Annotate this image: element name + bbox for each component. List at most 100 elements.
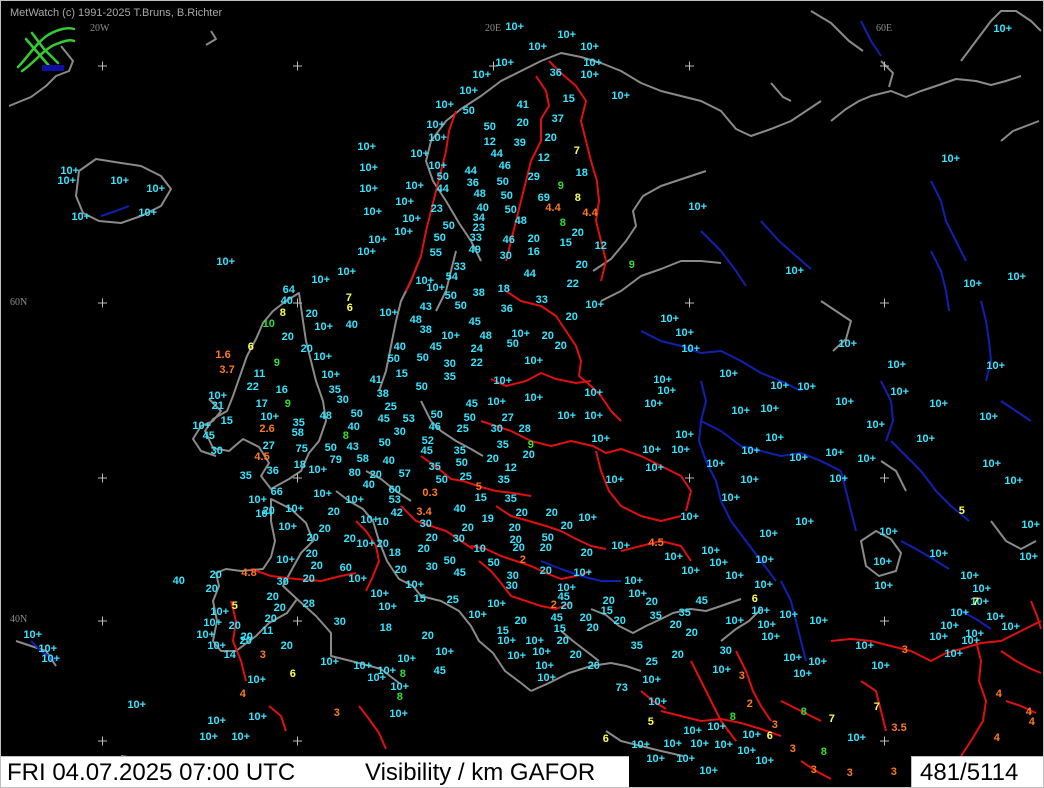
station-observation: 30 (425, 561, 438, 573)
station-observation: 48 (514, 215, 527, 227)
station-observation: 25 (459, 471, 472, 483)
station-observation: 10+ (367, 672, 387, 684)
station-observation: 10+ (405, 180, 425, 192)
station-observation: 21 (211, 400, 224, 412)
station-observation: 20 (669, 619, 682, 631)
station-observation: 50 (483, 121, 496, 133)
station-observation: 10+ (737, 745, 757, 757)
station-observation: 20 (539, 565, 552, 577)
station-observation: 53 (402, 413, 415, 425)
station-observation: 10+ (1021, 519, 1041, 531)
station-observation: 10+ (765, 432, 785, 444)
station-observation: 10+ (535, 660, 555, 672)
station-observation: 20 (302, 573, 315, 585)
station-observation: 4 (239, 688, 246, 700)
station-observation: 10+ (879, 526, 899, 538)
station-observation: 23 (430, 203, 443, 215)
station-observation: 10+ (23, 629, 43, 641)
station-observation: 10+ (611, 540, 631, 552)
station-observation: 35 (497, 474, 510, 486)
metwatch-logo-icon (16, 27, 76, 73)
station-observation: 10+ (378, 601, 398, 613)
station-observation: 50 (487, 557, 500, 569)
station-observation: 3 (333, 707, 340, 719)
station-observation: 10+ (719, 368, 739, 380)
station-observation: 10+ (709, 557, 729, 569)
station-observation: 10+ (789, 452, 809, 464)
station-observation: 54 (445, 271, 458, 283)
station-observation: 10+ (929, 631, 949, 643)
station-observation: 8 (574, 192, 581, 204)
station-observation: 57 (398, 468, 411, 480)
station-observation: 10+ (389, 708, 409, 720)
station-observation: 18 (388, 547, 401, 559)
station-observation: 10+ (993, 23, 1013, 35)
station-observation: 20 (544, 132, 557, 144)
station-observation: 75 (295, 443, 308, 455)
station-observation: 14 (223, 649, 236, 661)
footer-count: 481/5114 (920, 759, 1019, 786)
station-observation: 7 (828, 713, 835, 725)
station-observation: 10+ (524, 392, 544, 404)
station-observation: 10+ (890, 386, 910, 398)
station-observation: 10+ (110, 175, 130, 187)
station-observation: 10+ (356, 538, 376, 550)
station-observation: 40 (172, 575, 185, 587)
station-observation: 8 (396, 691, 403, 703)
station-observation: 15 (562, 93, 575, 105)
map-window[interactable]: MetWatch (c) 1991-2025 T.Bruns, B.Richte… (0, 0, 1044, 788)
station-observation: 10+ (368, 234, 388, 246)
station-observation: 10+ (495, 57, 515, 69)
station-observation: 10+ (231, 731, 251, 743)
station-observation: 20 (539, 542, 552, 554)
footer-product: Visibility / km GAFOR (365, 759, 596, 786)
station-observation: 35 (239, 470, 252, 482)
station-observation: 20 (264, 613, 277, 625)
station-observation: 35 (453, 445, 466, 457)
station-observation: 10+ (701, 545, 721, 557)
station-observation: 20 (554, 340, 567, 352)
grid-label-60e: 60E (876, 23, 893, 34)
station-observation: 10+ (871, 660, 891, 672)
station-observation: 10+ (986, 360, 1006, 372)
station-observation: 35 (504, 493, 517, 505)
station-observation: 6 (766, 730, 773, 742)
station-observation: 3.7 (219, 364, 235, 376)
station-observation: 46 (498, 160, 511, 172)
station-observation: 12 (483, 136, 496, 148)
station-observation: 10+ (1004, 475, 1024, 487)
station-observation: 35 (649, 610, 662, 622)
station-observation: 38 (376, 388, 389, 400)
station-observation: 10+ (741, 445, 761, 457)
station-observation: 20 (645, 596, 658, 608)
station-observation: 10+ (248, 711, 268, 723)
station-observation: 10+ (699, 765, 719, 777)
station-observation: 6 (751, 593, 758, 605)
station-observation: 20 (565, 311, 578, 323)
station-observation: 3 (738, 670, 745, 682)
station-observation: 20 (560, 600, 573, 612)
station-observation: 10+ (929, 548, 949, 560)
station-observation: 35 (496, 439, 509, 451)
station-observation: 10+ (428, 132, 448, 144)
station-observation: 10+ (557, 410, 577, 422)
station-observation: 10+ (435, 646, 455, 658)
station-observation: 4.8 (241, 567, 257, 579)
station-observation: 30 (452, 533, 465, 545)
station-observation: 5 (958, 505, 965, 517)
station-observation: 45 (453, 567, 466, 579)
station-observation: 5 (647, 716, 654, 728)
station-observation: 10+ (337, 266, 357, 278)
station-observation: 10+ (761, 631, 781, 643)
grid-label-20w: 20W (90, 23, 110, 34)
station-observation: 10+ (972, 583, 992, 595)
station-observation: 10+ (873, 556, 893, 568)
station-observation: 10+ (675, 327, 695, 339)
station-observation: 20 (305, 308, 318, 320)
station-observation: 10+ (584, 410, 604, 422)
station-observation: 10+ (127, 699, 147, 711)
station-observation: 4.5 (254, 451, 270, 463)
station-observation: 4 (993, 732, 1000, 744)
station-observation: 0.3 (422, 487, 438, 499)
station-observation: 20 (516, 117, 529, 129)
